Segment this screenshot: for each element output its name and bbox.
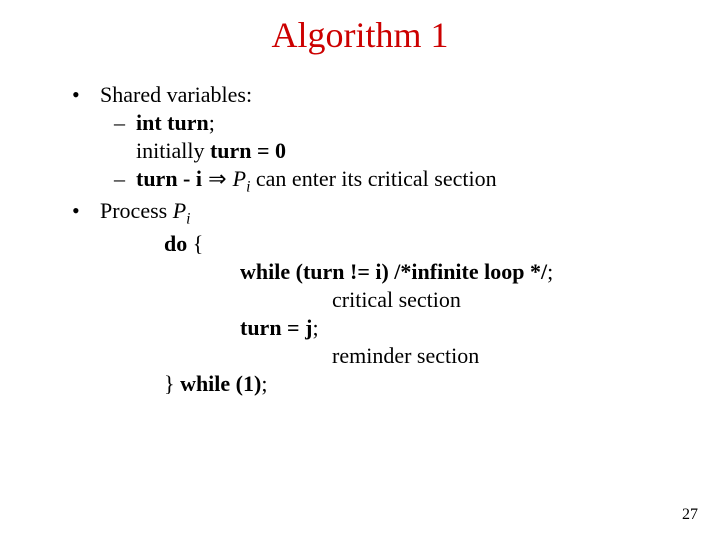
code-while-turn: while (turn != i) /*infinite loop */; — [72, 259, 672, 285]
subscript-i: i — [186, 211, 190, 228]
text-reminder-section: reminder section — [72, 343, 672, 369]
bullet-level2: – int turn; — [72, 110, 672, 136]
var-P: P — [233, 166, 246, 191]
code-do-open: do { — [72, 231, 672, 257]
bullet-level1: • Process Pi — [72, 198, 672, 229]
semicolon: ; — [209, 110, 215, 135]
code-assign: turn = j — [240, 315, 312, 340]
brace-open: { — [187, 231, 203, 256]
page-number: 27 — [682, 506, 698, 524]
bullet-level2: – turn - i ⇒ Pi can enter its critical s… — [72, 166, 672, 197]
code-while-close: } while (1); — [72, 371, 672, 397]
kw-do: do — [164, 231, 187, 256]
text-initially: initially turn = 0 — [72, 138, 672, 164]
text-critical-section: critical section — [72, 287, 672, 313]
bullet-level1: • Shared variables: — [72, 82, 672, 108]
text-process-word: Process — [100, 198, 173, 223]
implies-icon: ⇒ — [202, 166, 233, 191]
code-while-condition: while (turn != i) /*infinite loop */ — [240, 259, 547, 284]
dash-icon: – — [114, 166, 136, 197]
text-process: Process Pi — [100, 198, 190, 229]
code-turn-minus-i: turn - i — [136, 166, 202, 191]
brace-close: } — [164, 371, 180, 396]
kw-while-1: while (1) — [180, 371, 261, 396]
code-turn-eq-0: turn = 0 — [210, 138, 286, 163]
slide-title: Algorithm 1 — [0, 14, 720, 56]
code-turn-eq-j: turn = j; — [72, 315, 672, 341]
text-initially-word: initially — [136, 138, 210, 163]
semicolon: ; — [261, 371, 267, 396]
semicolon: ; — [547, 259, 553, 284]
code-int-turn: int turn — [136, 110, 209, 135]
text-turn-implies: turn - i ⇒ Pi can enter its critical sec… — [136, 166, 497, 197]
semicolon: ; — [312, 315, 318, 340]
text-int-turn: int turn; — [136, 110, 215, 136]
var-P: P — [173, 198, 186, 223]
text-shared-variables: Shared variables: — [100, 82, 252, 108]
bullet-icon: • — [72, 82, 100, 108]
dash-icon: – — [114, 110, 136, 136]
text-enter-critical: can enter its critical section — [250, 166, 496, 191]
slide: Algorithm 1 • Shared variables: – int tu… — [0, 0, 720, 540]
bullet-icon: • — [72, 198, 100, 229]
slide-body: • Shared variables: – int turn; initiall… — [72, 82, 672, 399]
